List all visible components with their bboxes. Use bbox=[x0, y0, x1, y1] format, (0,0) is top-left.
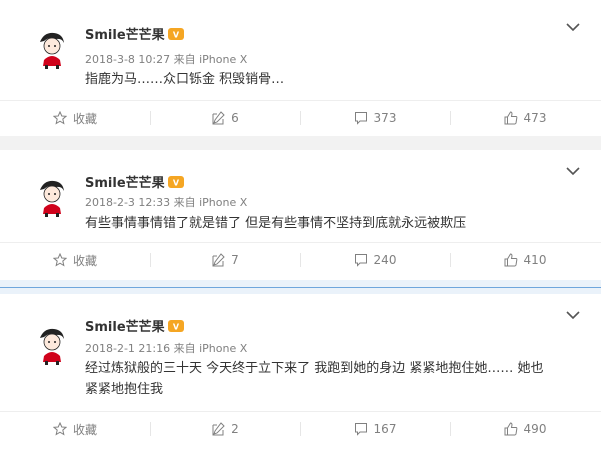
like-count: 473 bbox=[523, 111, 547, 125]
divider bbox=[0, 100, 601, 101]
chevron-down-icon[interactable] bbox=[565, 22, 581, 32]
post-content: 经过炼狱般的三十天 今天终于立下来了 我跑到她的身边 紧紧地抱住她…… 她也 紧… bbox=[85, 358, 585, 400]
content-line: 指鹿为马……众口铄金 积毁销骨… bbox=[85, 72, 285, 87]
favorite-button[interactable]: 收藏 bbox=[0, 246, 150, 274]
favorite-label: 收藏 bbox=[72, 111, 97, 126]
like-button[interactable]: 473 bbox=[450, 104, 600, 132]
thumbs-up-icon bbox=[504, 111, 517, 125]
post-meta: 2018-3-8 10:27 来自 iPhone X bbox=[85, 53, 248, 66]
username-text[interactable]: Smile芒芒果 bbox=[85, 316, 165, 335]
feed-gap-line bbox=[0, 287, 601, 288]
post-meta: 2018-2-3 12:33 来自 iPhone X bbox=[85, 196, 248, 209]
username[interactable]: Smile芒芒果 V bbox=[85, 24, 184, 43]
favorite-label: 收藏 bbox=[72, 422, 97, 437]
repost-button[interactable]: 6 bbox=[150, 104, 300, 132]
feed-gap bbox=[0, 136, 601, 150]
star-icon bbox=[52, 422, 67, 436]
weibo-post-2: Smile芒芒果 V 2018-2-3 12:33 来自 iPhone X 有些… bbox=[0, 150, 601, 280]
username[interactable]: Smile芒芒果 V bbox=[85, 172, 184, 191]
comment-button[interactable]: 373 bbox=[300, 104, 450, 132]
comment-icon bbox=[354, 254, 367, 267]
weibo-post-1: Smile芒芒果 V 2018-3-8 10:27 来自 iPhone X 指鹿… bbox=[0, 0, 601, 136]
divider bbox=[0, 242, 601, 243]
weibo-post-3: Smile芒芒果 V 2018-2-1 21:16 来自 iPhone X 经过… bbox=[0, 294, 601, 450]
post-meta: 2018-2-1 21:16 来自 iPhone X bbox=[85, 342, 248, 355]
like-button[interactable]: 490 bbox=[450, 415, 600, 443]
favorite-label: 收藏 bbox=[72, 253, 97, 268]
action-bar: 收藏 7 240 410 bbox=[0, 246, 601, 274]
avatar[interactable] bbox=[30, 322, 74, 366]
comment-icon bbox=[354, 112, 367, 125]
action-bar: 收藏 6 373 473 bbox=[0, 104, 601, 132]
favorite-button[interactable]: 收藏 bbox=[0, 415, 150, 443]
like-count: 410 bbox=[523, 253, 547, 267]
comment-count: 240 bbox=[373, 253, 397, 267]
vip-badge-icon[interactable]: V bbox=[167, 175, 184, 189]
chevron-down-icon[interactable] bbox=[565, 310, 581, 320]
username-text[interactable]: Smile芒芒果 bbox=[85, 24, 165, 43]
svg-text:V: V bbox=[173, 30, 180, 39]
post-content: 指鹿为马……众口铄金 积毁销骨… bbox=[85, 69, 585, 90]
post-content: 有些事情事情错了就是错了 但是有些事情不坚持到底就永远被欺压 bbox=[85, 213, 585, 234]
comment-icon bbox=[354, 423, 367, 436]
action-bar: 收藏 2 167 490 bbox=[0, 415, 601, 443]
star-icon bbox=[52, 253, 67, 267]
repost-count: 7 bbox=[231, 253, 239, 267]
divider bbox=[0, 411, 601, 412]
comment-button[interactable]: 167 bbox=[300, 415, 450, 443]
vip-badge-icon[interactable]: V bbox=[167, 27, 184, 41]
comment-count: 373 bbox=[373, 111, 397, 125]
like-button[interactable]: 410 bbox=[450, 246, 600, 274]
repost-icon bbox=[212, 253, 225, 267]
favorite-button[interactable]: 收藏 bbox=[0, 104, 150, 132]
chevron-down-icon[interactable] bbox=[565, 166, 581, 176]
avatar[interactable] bbox=[30, 26, 74, 70]
username[interactable]: Smile芒芒果 V bbox=[85, 316, 184, 335]
content-line: 紧紧地抱住我 bbox=[85, 382, 164, 397]
like-count: 490 bbox=[523, 422, 547, 436]
svg-text:V: V bbox=[173, 178, 180, 187]
comment-button[interactable]: 240 bbox=[300, 246, 450, 274]
avatar[interactable] bbox=[30, 174, 74, 218]
comment-count: 167 bbox=[373, 422, 397, 436]
repost-count: 2 bbox=[231, 422, 239, 436]
repost-button[interactable]: 7 bbox=[150, 246, 300, 274]
content-line: 经过炼狱般的三十天 今天终于立下来了 我跑到她的身边 紧紧地抱住她…… 她也 bbox=[85, 361, 544, 376]
repost-icon bbox=[212, 422, 225, 436]
vip-badge-icon[interactable]: V bbox=[167, 319, 184, 333]
svg-text:V: V bbox=[173, 322, 180, 331]
thumbs-up-icon bbox=[504, 422, 517, 436]
repost-button[interactable]: 2 bbox=[150, 415, 300, 443]
star-icon bbox=[52, 111, 67, 125]
repost-icon bbox=[212, 111, 225, 125]
username-text[interactable]: Smile芒芒果 bbox=[85, 172, 165, 191]
content-line: 有些事情事情错了就是错了 但是有些事情不坚持到底就永远被欺压 bbox=[85, 216, 467, 231]
thumbs-up-icon bbox=[504, 253, 517, 267]
repost-count: 6 bbox=[231, 111, 239, 125]
